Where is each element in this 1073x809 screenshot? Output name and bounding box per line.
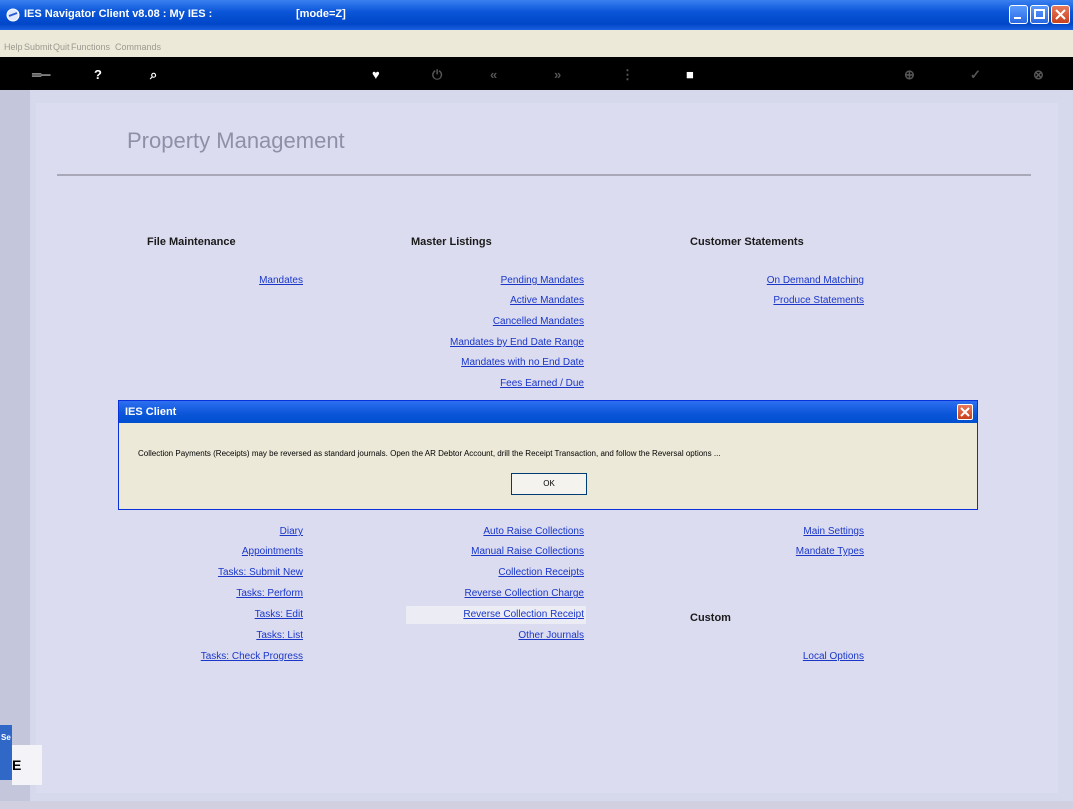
side-tab[interactable]: Se [0, 725, 12, 780]
window-title: IES Navigator Client v8.08 : My IES : [24, 8, 213, 20]
link-tasks-edit[interactable]: Tasks: Edit [255, 609, 303, 620]
app-window: IES Navigator Client v8.08 : My IES : [m… [0, 0, 1073, 809]
dialog-title: IES Client [125, 406, 177, 418]
link-mandates-by-end-date-range[interactable]: Mandates by End Date Range [450, 337, 584, 348]
help-icon[interactable]: ? [94, 67, 102, 82]
ok-button[interactable]: OK [511, 473, 587, 495]
minimize-button[interactable] [1009, 5, 1028, 24]
left-strip [0, 90, 30, 801]
link-manual-raise-collections[interactable]: Manual Raise Collections [471, 546, 584, 557]
menu-submit[interactable]: Submit [24, 42, 52, 52]
link-diary[interactable]: Diary [280, 526, 303, 537]
link-active-mandates[interactable]: Active Mandates [510, 295, 584, 306]
link-on-demand-matching[interactable]: On Demand Matching [767, 275, 864, 286]
message-dialog: IES Client Collection Payments (Receipts… [118, 400, 978, 510]
link-tasks-perform[interactable]: Tasks: Perform [236, 588, 303, 599]
plus-icon[interactable]: ⊕ [904, 67, 915, 83]
menu-bar: Help Submit Quit Functions Commands [0, 30, 1073, 57]
app-icon [6, 8, 20, 22]
maximize-button[interactable] [1030, 5, 1049, 24]
link-other-journals[interactable]: Other Journals [518, 630, 584, 641]
menu-help[interactable]: Help [4, 42, 23, 52]
menu-quit[interactable]: Quit [53, 42, 70, 52]
link-collection-receipts[interactable]: Collection Receipts [498, 567, 584, 578]
last-icon[interactable]: » [554, 67, 561, 82]
search-icon[interactable]: ⌕ [150, 67, 157, 83]
link-main-settings[interactable]: Main Settings [803, 526, 864, 537]
close-icon [1055, 9, 1066, 20]
link-mandate-types[interactable]: Mandate Types [796, 546, 864, 557]
link-tasks-list[interactable]: Tasks: List [256, 630, 303, 641]
page-title: Property Management [127, 128, 345, 153]
link-fees-earned-due[interactable]: Fees Earned / Due [500, 378, 584, 389]
first-icon[interactable]: « [490, 67, 497, 82]
window-mode: [mode=Z] [296, 8, 346, 20]
close-window-button[interactable] [1051, 5, 1070, 24]
maximize-icon [1034, 9, 1045, 19]
key-icon[interactable]: ═─ [32, 67, 50, 82]
customer-statements-heading: Customer Statements [690, 236, 804, 248]
custom-heading: Custom [690, 612, 731, 624]
side-tab-label: Se [1, 733, 11, 742]
cancel-icon[interactable]: ⊗ [1033, 67, 1044, 83]
heart-icon[interactable]: ♥ [372, 67, 380, 82]
close-icon [960, 407, 970, 417]
check-icon[interactable]: ✓ [970, 67, 981, 83]
link-mandates[interactable]: Mandates [259, 275, 303, 286]
power-icon[interactable]: ⏻ [432, 67, 442, 83]
tree-icon[interactable]: ⋮ [621, 67, 634, 83]
menu-functions[interactable]: Functions [71, 42, 110, 52]
toolbar: ═─ ? ⌕ ♥ ⏻ « » ⋮ ■ ⊕ ✓ ⊗ [0, 57, 1073, 90]
master-listings-heading: Master Listings [411, 236, 492, 248]
link-appointments[interactable]: Appointments [242, 546, 303, 557]
bottom-bar [0, 801, 1073, 809]
title-bar: IES Navigator Client v8.08 : My IES : [m… [0, 0, 1073, 30]
side-panel-letter: E [12, 757, 22, 773]
menu-commands[interactable]: Commands [115, 42, 161, 52]
dialog-message: Collection Payments (Receipts) may be re… [138, 449, 721, 458]
link-tasks-check-progress[interactable]: Tasks: Check Progress [201, 651, 303, 662]
link-produce-statements[interactable]: Produce Statements [773, 295, 864, 306]
link-local-options[interactable]: Local Options [803, 651, 864, 662]
dialog-title-bar: IES Client [119, 401, 977, 423]
link-reverse-collection-receipt[interactable]: Reverse Collection Receipt [463, 609, 584, 620]
link-cancelled-mandates[interactable]: Cancelled Mandates [493, 316, 584, 327]
title-divider [57, 174, 1031, 176]
side-panel: E [12, 745, 42, 785]
link-mandates-with-no-end-date[interactable]: Mandates with no End Date [461, 357, 584, 368]
file-maintenance-heading: File Maintenance [147, 236, 236, 248]
stop-icon[interactable]: ■ [686, 67, 694, 82]
minimize-icon [1014, 17, 1021, 19]
link-auto-raise-collections[interactable]: Auto Raise Collections [483, 526, 584, 537]
link-reverse-collection-charge[interactable]: Reverse Collection Charge [464, 588, 584, 599]
link-pending-mandates[interactable]: Pending Mandates [501, 275, 584, 286]
link-tasks-submit-new[interactable]: Tasks: Submit New [218, 567, 303, 578]
dialog-close-button[interactable] [957, 404, 973, 420]
